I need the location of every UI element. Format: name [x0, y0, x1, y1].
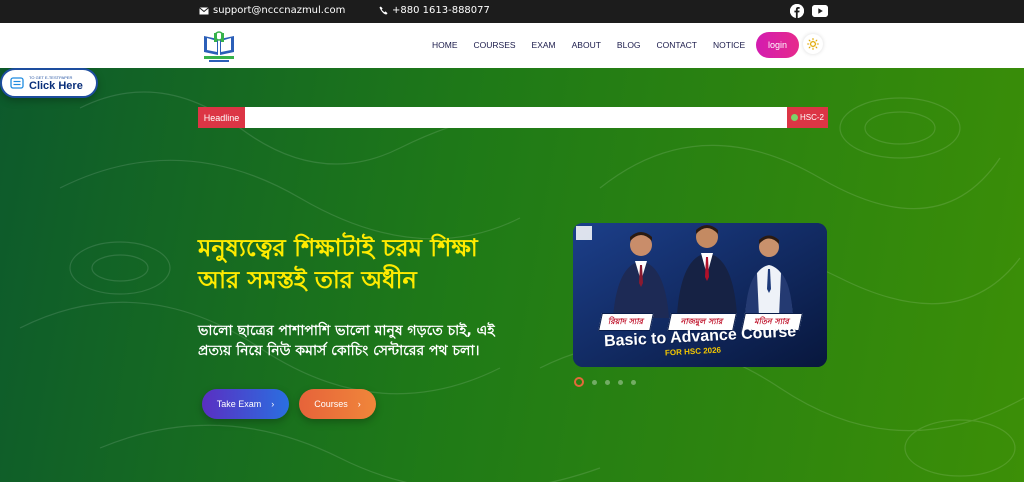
email-text: support@ncccnazmul.com	[213, 5, 346, 16]
hero-title-line2: আর সমস্তই তার অধীন	[198, 266, 417, 294]
slider-dot-1[interactable]	[574, 377, 584, 387]
hero-subtitle-line2: প্রত্যয় নিয়ে নিউ কমার্স কোচিং সেন্টারে…	[198, 343, 480, 359]
page-bottom-strip	[0, 482, 1024, 487]
nav-home[interactable]: HOME	[432, 40, 458, 50]
main-menu: HOME COURSES EXAM ABOUT BLOG CONTACT NOT…	[432, 40, 745, 50]
login-button[interactable]: login	[756, 32, 799, 58]
hero-section: Headline HSC-2 মনুষ্যত্বের শিক্ষাটাই চরম…	[0, 68, 1024, 487]
hero-title: মনুষ্যত্বের শিক্ষাটাই চরম শিক্ষা আর সমস্…	[198, 232, 558, 296]
nav-contact[interactable]: CONTACT	[657, 40, 697, 50]
courses-button[interactable]: Courses ›	[299, 389, 376, 419]
slider-dot-4[interactable]	[618, 379, 623, 385]
chevron-right-icon: ›	[357, 399, 361, 409]
slider-dot-2[interactable]	[592, 379, 597, 385]
nav-exam[interactable]: EXAM	[532, 40, 556, 50]
facebook-icon[interactable]	[790, 4, 804, 18]
phone-text: +880 1613-888077	[392, 5, 490, 16]
nav-courses[interactable]: COURSES	[474, 40, 516, 50]
ticker-item[interactable]: HSC-2	[787, 107, 828, 128]
slider-dot-3[interactable]	[605, 379, 610, 385]
hero-title-line1: মনুষ্যত্বের শিক্ষাটাই চরম শিক্ষা	[198, 234, 478, 262]
envelope-icon	[199, 6, 209, 14]
nav-blog[interactable]: BLOG	[617, 40, 641, 50]
globe-icon	[791, 114, 798, 121]
top-bar: support@ncccnazmul.com +880 1613-888077	[0, 0, 1024, 23]
ticker-item-text: HSC-2	[800, 113, 825, 122]
headline-ticker: Headline HSC-2	[198, 107, 828, 128]
phone-contact[interactable]: +880 1613-888077	[379, 5, 490, 16]
slider-dots	[574, 377, 636, 387]
youtube-icon[interactable]	[812, 5, 828, 17]
site-logo[interactable]	[198, 28, 240, 64]
slider-dot-5[interactable]	[631, 379, 636, 385]
hero-subtitle-line1: ভালো ছাত্রের পাশাপাশি ভালো মানুষ গড়তে চ…	[198, 323, 495, 339]
theme-toggle-button[interactable]	[803, 34, 823, 54]
sun-icon	[807, 38, 819, 50]
courses-label: Courses	[314, 399, 348, 409]
take-exam-button[interactable]: Take Exam ›	[202, 389, 289, 419]
phone-icon	[379, 6, 388, 15]
teacher-name-tag-1: রিয়াদ স্যার	[598, 313, 654, 331]
hero-subtitle: ভালো ছাত্রের পাশাপাশি ভালো মানুষ গড়তে চ…	[198, 321, 558, 361]
take-exam-label: Take Exam	[216, 399, 262, 409]
course-banner[interactable]: রিয়াদ স্যার নাজমুল স্যার মতিন স্যার Bas…	[573, 223, 827, 367]
nav-about[interactable]: ABOUT	[572, 40, 601, 50]
nav-notice[interactable]: NOTICE	[713, 40, 745, 50]
main-navbar: HOME COURSES EXAM ABOUT BLOG CONTACT NOT…	[0, 23, 1024, 68]
chevron-right-icon: ›	[271, 399, 275, 409]
ticker-label: Headline	[198, 107, 245, 128]
email-contact[interactable]: support@ncccnazmul.com	[199, 5, 345, 16]
